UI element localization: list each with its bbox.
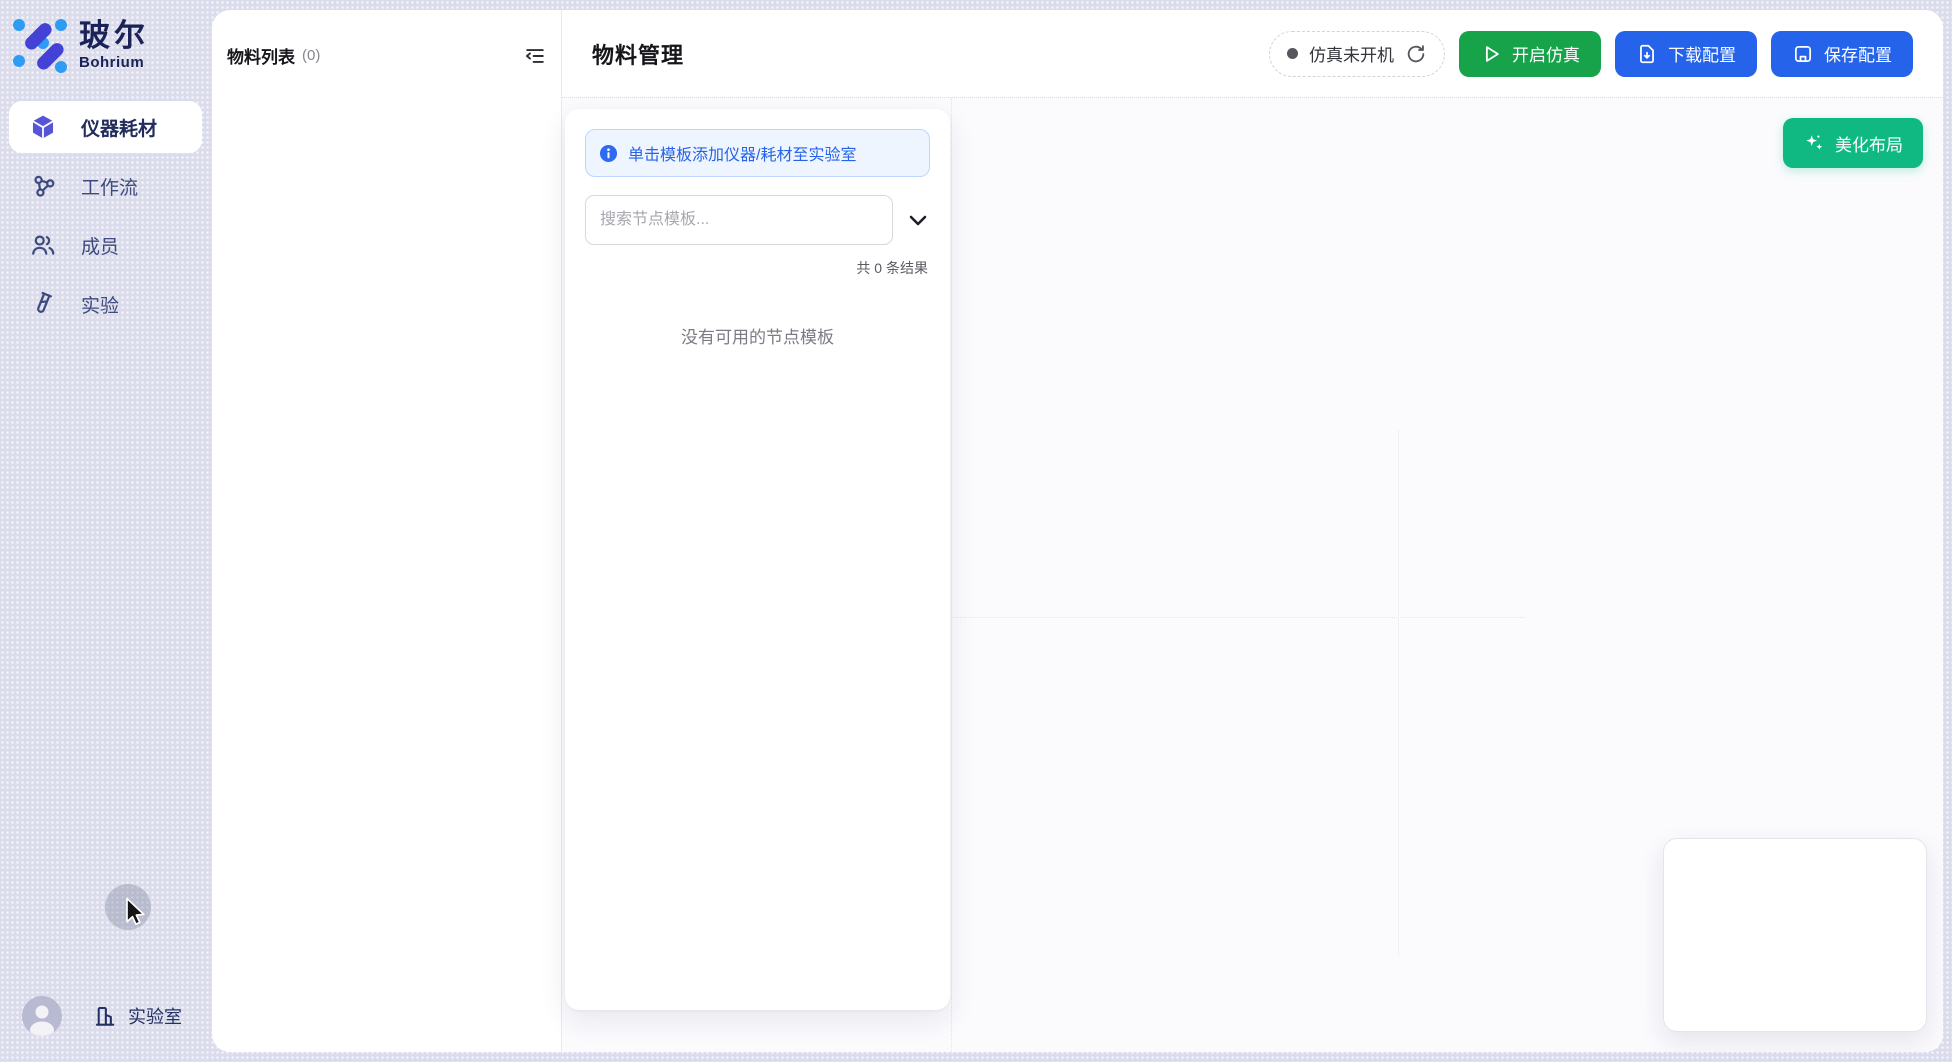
- save-config-button[interactable]: 保存配置: [1771, 31, 1913, 77]
- start-simulation-button[interactable]: 开启仿真: [1459, 31, 1601, 77]
- empty-templates-text: 没有可用的节点模板: [585, 323, 930, 348]
- brand-name-en: Bohrium: [79, 54, 149, 71]
- user-avatar[interactable]: [22, 996, 62, 1036]
- info-banner-text: 单击模板添加仪器/耗材至实验室: [628, 141, 856, 165]
- beautify-layout-button[interactable]: 美化布局: [1783, 118, 1923, 168]
- chevron-down-icon[interactable]: [906, 208, 930, 232]
- workflow-icon: [29, 172, 57, 200]
- minimap[interactable]: [1663, 838, 1927, 1032]
- status-dot: [1287, 48, 1298, 59]
- file-download-icon: [1636, 43, 1658, 65]
- download-config-label: 下载配置: [1668, 41, 1736, 66]
- sidebar-item-workflow[interactable]: 工作流: [9, 160, 202, 212]
- sidebar-item-instruments[interactable]: 仪器耗材: [9, 101, 202, 153]
- sidebar-nav: 仪器耗材 工作流 成员: [0, 101, 211, 330]
- info-icon: [599, 144, 618, 163]
- members-icon: [29, 231, 57, 259]
- beautify-layout-label: 美化布局: [1835, 131, 1903, 156]
- brand-logo[interactable]: 玻尔 Bohrium: [0, 0, 211, 76]
- save-icon: [1792, 43, 1814, 65]
- materials-list-panel: 物料列表 (0): [212, 10, 562, 1052]
- test-tube-icon: [29, 290, 57, 318]
- topbar-actions: 仿真未开机 开启仿真: [1269, 31, 1913, 77]
- refresh-icon[interactable]: [1405, 43, 1427, 65]
- building-icon: [92, 1003, 118, 1029]
- collapse-panel-icon[interactable]: [524, 45, 546, 67]
- sidebar-item-members[interactable]: 成员: [9, 219, 202, 271]
- topbar: 物料管理 仿真未开机: [562, 10, 1943, 97]
- brand-name-cn: 玻尔: [79, 18, 149, 54]
- materials-list-count: (0): [302, 47, 320, 64]
- start-simulation-label: 开启仿真: [1512, 41, 1580, 66]
- canvas-guide-line: [1398, 431, 1399, 956]
- sidebar-item-label: 实验: [81, 291, 119, 318]
- info-banner: 单击模板添加仪器/耗材至实验室: [585, 129, 930, 177]
- results-count: 共 0 条结果: [585, 258, 930, 278]
- materials-list-header: 物料列表 (0): [212, 10, 561, 68]
- brand-text: 玻尔 Bohrium: [79, 16, 149, 71]
- sidebar-item-label: 工作流: [81, 173, 138, 200]
- page-title: 物料管理: [592, 38, 684, 70]
- node-template-panel: 单击模板添加仪器/耗材至实验室 共 0 条结果 没有可用的节点模板: [565, 109, 950, 1010]
- save-config-label: 保存配置: [1824, 41, 1892, 66]
- sparkles-icon: [1803, 132, 1825, 154]
- sidebar-item-label: 仪器耗材: [81, 114, 157, 141]
- sidebar: 玻尔 Bohrium 仪器耗材 工作流: [0, 0, 211, 1062]
- simulation-status-pill: 仿真未开机: [1269, 31, 1445, 77]
- sidebar-item-label: 成员: [81, 232, 119, 259]
- content-card: 物料列表 (0) 物料管理 仿真未开机: [212, 10, 1943, 1052]
- app-window: 玻尔 Bohrium 仪器耗材 工作流: [0, 0, 1952, 1062]
- sidebar-footer: 实验室: [0, 996, 211, 1036]
- sidebar-item-experiments[interactable]: 实验: [9, 278, 202, 330]
- bohrium-logo-icon: [10, 16, 70, 76]
- cube-icon: [29, 113, 57, 141]
- lab-entry[interactable]: 实验室: [92, 1003, 182, 1029]
- download-config-button[interactable]: 下载配置: [1615, 31, 1757, 77]
- template-search-row: [585, 195, 930, 245]
- main-area: 物料管理 仿真未开机: [562, 10, 1943, 1052]
- canvas-guide-line: [951, 98, 952, 1052]
- lab-entry-label: 实验室: [128, 1003, 182, 1029]
- layout-canvas[interactable]: 单击模板添加仪器/耗材至实验室 共 0 条结果 没有可用的节点模板: [562, 97, 1943, 1052]
- canvas-guide-line: [951, 617, 1525, 618]
- simulation-status-label: 仿真未开机: [1309, 41, 1394, 66]
- play-icon: [1480, 43, 1502, 65]
- search-input[interactable]: [585, 195, 893, 245]
- materials-list-title: 物料列表: [227, 43, 295, 68]
